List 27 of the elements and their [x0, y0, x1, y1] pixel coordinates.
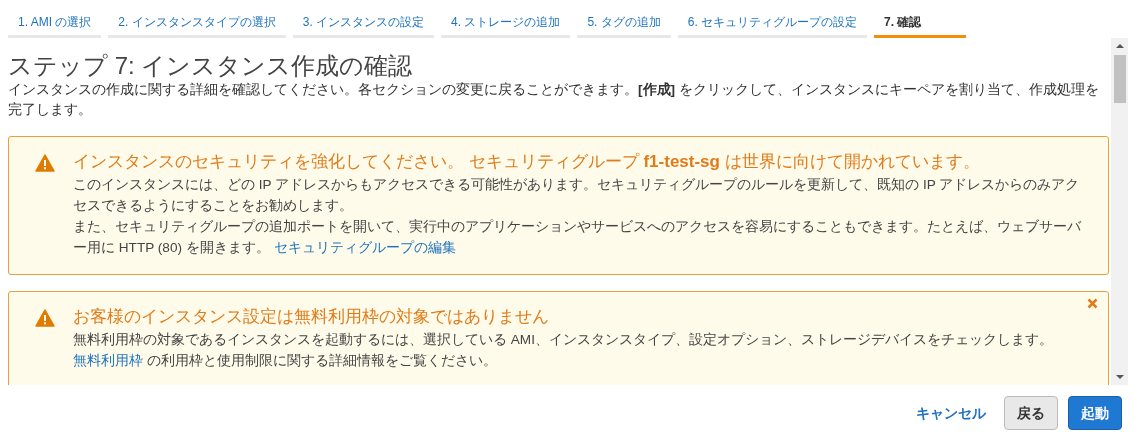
alert-title: インスタンスのセキュリティを強化してください。 セキュリティグループ f1-test-sg は世界に向けて開かれています。: [73, 151, 981, 173]
scrollbar-thumb[interactable]: [1113, 55, 1126, 103]
step-tab[interactable]: 1. AMI の選択: [8, 8, 102, 38]
scrollbar[interactable]: [1111, 38, 1128, 385]
page-description: インスタンスの作成に関する詳細を確認してください。各セクションの変更に戻ることができます。[作成] をクリックして、インスタンスにキーペアを割り当て、作成処理を完了します。: [8, 81, 1100, 119]
scroll-down-icon[interactable]: [1115, 374, 1124, 380]
close-icon[interactable]: [1087, 298, 1098, 309]
launch-button[interactable]: 起動: [1068, 396, 1122, 430]
alert-title: お客様のインスタンス設定は無料利用枠の対象ではありません: [73, 306, 550, 328]
alert-text: 無料利用枠 の利用枠と使用制限に関する詳細情報をご覧ください。: [73, 352, 498, 370]
warning-icon: [35, 154, 55, 172]
step-tab[interactable]: 5. タグの追加: [577, 8, 671, 38]
step-tab[interactable]: 6. セキュリティグループの設定: [677, 8, 868, 38]
alert-link[interactable]: 無料利用枠: [73, 353, 143, 368]
step-tab[interactable]: 3. インスタンスの設定: [292, 8, 435, 38]
alert-text: 無料利用枠の対象であるインスタンスを起動するには、選択している AMI、インスタンスタイプ、設定オプション、ストレージデバイスをチェックします。: [73, 331, 1053, 349]
step-tab[interactable]: 7. 確認: [874, 8, 967, 38]
step-tab[interactable]: 4. ストレージの追加: [441, 8, 571, 38]
scroll-up-icon[interactable]: [1115, 43, 1124, 49]
alert-text: このインスタンスには、どの IP アドレスからもアクセスできる可能性があります。セキュリティグループのルールを更新して、既知の IP アドレスからのみアクセスできるようにすることをお勧めします。: [73, 176, 1081, 215]
warning-icon: [35, 309, 55, 327]
alert-link[interactable]: セキュリティグループの編集: [273, 240, 456, 255]
page-title: ステップ 7: インスタンス作成の確認: [8, 52, 414, 80]
cancel-link[interactable]: キャンセル: [908, 397, 994, 429]
alert-text: また、セキュリティグループの追加ポートを開いて、実行中のアプリケーションやサービスへのアクセスを容易にすることもできます。たとえば、ウェブサーバー用に HTTP (80) を開きます。 セキュリティグループの編集: [73, 218, 1082, 257]
back-button[interactable]: 戻る: [1004, 396, 1058, 430]
step-tab[interactable]: 2. インスタンスタイプの選択: [108, 8, 286, 38]
